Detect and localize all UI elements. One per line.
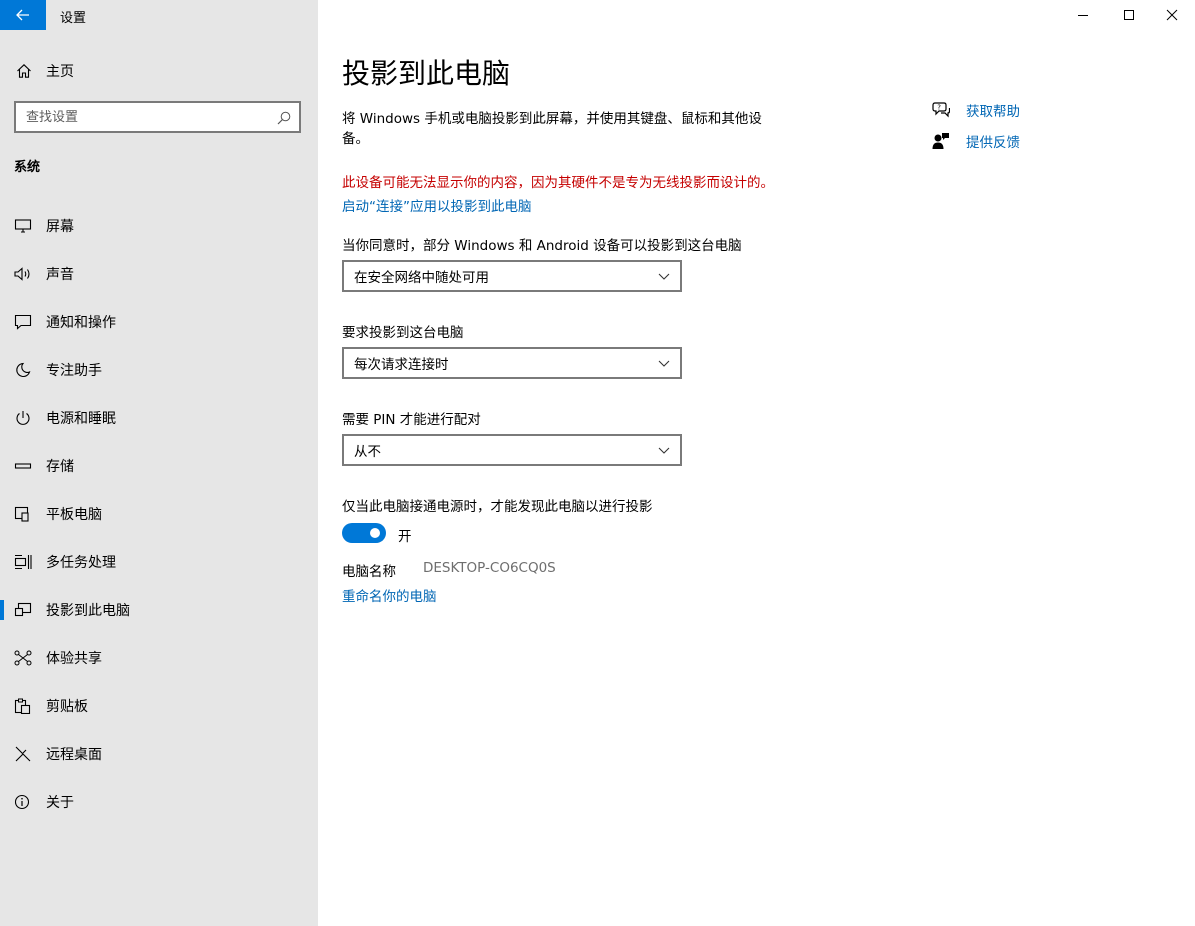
sidebar-item-focus-assist[interactable]: 专注助手: [0, 346, 318, 394]
speaker-icon: [14, 265, 32, 283]
section-title: 系统: [14, 160, 41, 175]
sidebar-item-label: 远程桌面: [46, 747, 102, 763]
sidebar-item-label: 投影到此电脑: [46, 603, 130, 619]
info-icon: [14, 793, 32, 811]
sidebar-item-label: 多任务处理: [46, 555, 116, 571]
availability-dropdown[interactable]: 在安全网络中随处可用: [342, 260, 682, 292]
sidebar-item-label: 屏幕: [46, 219, 74, 235]
sidebar-item-label: 存储: [46, 459, 74, 475]
pc-name-label: 电脑名称: [342, 564, 396, 580]
sidebar-item-label: 专注助手: [46, 363, 102, 379]
help-chat-icon: ?: [932, 102, 950, 118]
power-only-toggle[interactable]: [342, 523, 386, 543]
titlebar-left: 设置: [0, 0, 318, 30]
svg-text:?: ?: [937, 104, 941, 112]
moon-icon: [14, 361, 32, 379]
availability-value: 在安全网络中随处可用: [354, 270, 489, 286]
storage-icon: [14, 457, 32, 475]
back-arrow-icon: [16, 9, 29, 21]
sidebar-item-label: 电源和睡眠: [46, 411, 116, 427]
search-icon[interactable]: [277, 111, 291, 125]
back-button[interactable]: [0, 0, 46, 30]
sidebar-item-power-sleep[interactable]: 电源和睡眠: [0, 394, 318, 442]
require-pin-label: 需要 PIN 才能进行配对: [342, 412, 481, 428]
app-title: 设置: [60, 11, 87, 26]
minimize-button[interactable]: [1060, 0, 1106, 30]
clipboard-icon: [14, 697, 32, 715]
sidebar-item-remote-desktop[interactable]: 远程桌面: [0, 730, 318, 778]
availability-label: 当你同意时，部分 Windows 和 Android 设备可以投影到这台电脑: [342, 238, 742, 254]
give-feedback-link[interactable]: 提供反馈: [932, 129, 1132, 160]
give-feedback-label: 提供反馈: [966, 135, 1020, 151]
chevron-down-icon: [658, 447, 670, 454]
sidebar-item-label: 平板电脑: [46, 507, 102, 523]
sidebar-item-notifications[interactable]: 通知和操作: [0, 298, 318, 346]
sidebar-item-home[interactable]: 主页: [0, 55, 318, 87]
sidebar-nav: 屏幕 声音 通知和操作 专注助手 电源和睡眠 存储 平板电脑 多任务处理 投影到…: [0, 202, 318, 826]
sidebar-item-label: 体验共享: [46, 651, 102, 667]
minimize-icon: [1078, 15, 1088, 16]
page-description: 将 Windows 手机或电脑投影到此屏幕，并使用其键盘、鼠标和其他设备。: [342, 111, 762, 147]
chevron-down-icon: [658, 360, 670, 367]
sidebar-item-shared-experiences[interactable]: 体验共享: [0, 634, 318, 682]
chevron-down-icon: [658, 273, 670, 280]
sidebar-item-multitasking[interactable]: 多任务处理: [0, 538, 318, 586]
page-title: 投影到此电脑: [342, 57, 511, 90]
sidebar-item-label: 主页: [46, 64, 74, 80]
hardware-warning: 此设备可能无法显示你的内容，因为其硬件不是专为无线投影而设计的。: [342, 175, 774, 191]
require-pin-value: 从不: [354, 444, 381, 460]
notification-icon: [14, 313, 32, 331]
get-help-label: 获取帮助: [966, 104, 1020, 120]
power-icon: [14, 409, 32, 427]
maximize-button[interactable]: [1106, 0, 1152, 30]
pc-name-value: DESKTOP-CO6CQ0S: [423, 560, 556, 576]
sidebar-item-display[interactable]: 屏幕: [0, 202, 318, 250]
multitask-icon: [14, 553, 32, 571]
get-help-link[interactable]: ? 获取帮助: [932, 98, 1132, 129]
sidebar-item-label: 通知和操作: [46, 315, 116, 331]
monitor-icon: [14, 217, 32, 235]
sidebar-item-sound[interactable]: 声音: [0, 250, 318, 298]
sidebar-item-tablet[interactable]: 平板电脑: [0, 490, 318, 538]
close-button[interactable]: [1149, 0, 1195, 30]
tablet-icon: [14, 505, 32, 523]
sidebar-item-storage[interactable]: 存储: [0, 442, 318, 490]
remote-desktop-icon: [14, 745, 32, 763]
maximize-icon: [1124, 10, 1134, 20]
sidebar-item-label: 声音: [46, 267, 74, 283]
help-panel: ? 获取帮助 提供反馈: [932, 98, 1132, 160]
toggle-knob: [370, 528, 380, 538]
require-pin-dropdown[interactable]: 从不: [342, 434, 682, 466]
search-box: [14, 101, 301, 133]
ask-to-project-value: 每次请求连接时: [354, 357, 449, 373]
sidebar-item-clipboard[interactable]: 剪贴板: [0, 682, 318, 730]
sidebar-item-about[interactable]: 关于: [0, 778, 318, 826]
project-icon: [14, 601, 32, 619]
launch-connect-app-link[interactable]: 启动“连接”应用以投影到此电脑: [342, 195, 532, 215]
sidebar: 设置 主页 系统 屏幕 声音: [0, 0, 318, 926]
power-only-label: 仅当此电脑接通电源时，才能发现此电脑以进行投影: [342, 499, 653, 515]
sidebar-item-project-to-pc[interactable]: 投影到此电脑: [0, 586, 318, 634]
close-icon: [1166, 9, 1178, 21]
home-icon: [17, 64, 31, 78]
sidebar-item-label: 剪贴板: [46, 699, 88, 715]
feedback-icon: [932, 133, 949, 149]
ask-to-project-dropdown[interactable]: 每次请求连接时: [342, 347, 682, 379]
ask-to-project-label: 要求投影到这台电脑: [342, 325, 464, 341]
sidebar-item-label: 关于: [46, 795, 74, 811]
share-icon: [14, 649, 32, 667]
search-input[interactable]: [16, 109, 266, 125]
toggle-state-label: 开: [398, 529, 412, 545]
rename-pc-link[interactable]: 重命名你的电脑: [342, 585, 437, 605]
